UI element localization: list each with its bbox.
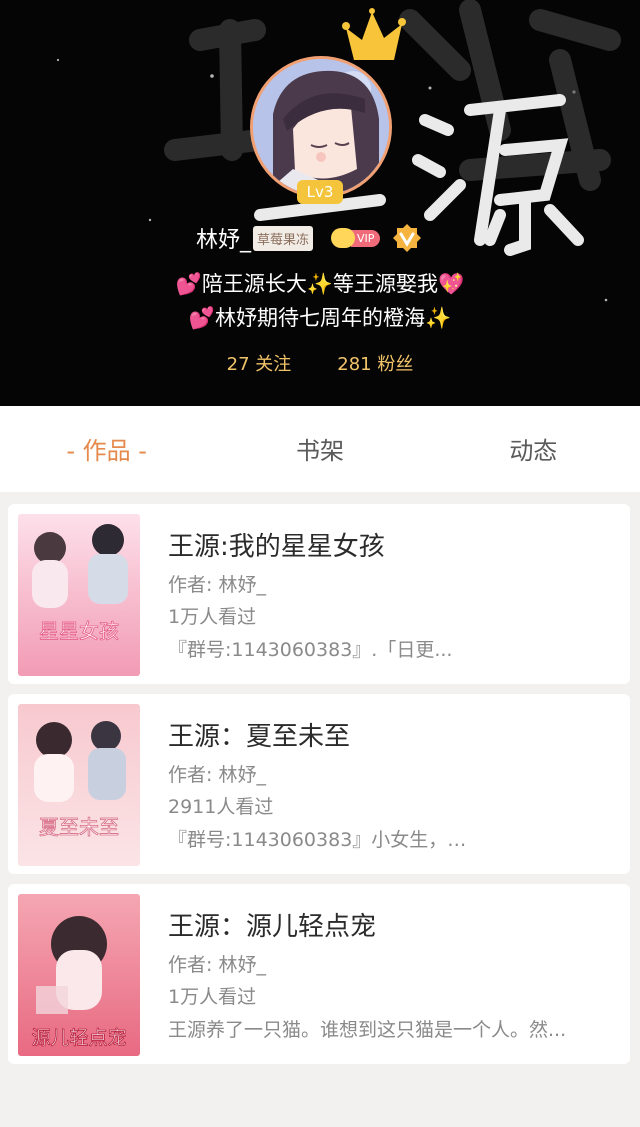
book-description: 王源养了一只猫。谁想到这只猫是一个人。然... [168,1019,567,1041]
vip-badge[interactable]: VIP [331,228,381,248]
following-count[interactable]: 27 关注 [227,350,292,376]
crown-icon [342,8,406,60]
book-description: 『群号:1143060383』小女生，懵... [168,829,468,851]
verified-badge-icon [393,224,422,252]
book-views: 1万人看过 [168,606,257,628]
book-title[interactable]: 王源：夏至未至 [168,716,350,753]
tab-works[interactable]: - 作品 - [0,406,213,492]
name-tag: 草莓果冻 [253,225,314,251]
book-title[interactable]: 王源:我的星星女孩 [168,526,385,563]
followers-count[interactable]: 281 粉丝 [337,350,413,376]
book-views: 1万人看过 [168,986,257,1008]
book-author: 作者: 林妤_ [168,764,266,786]
level-badge: Lv3 [297,180,343,204]
profile-name-row: 林妤_ 草莓果冻 VIP [196,222,422,254]
book-cover-title: 夏至未至 [39,815,119,839]
book-description: 『群号:1143060383』.「日更... [168,639,453,661]
book-card[interactable]: 源儿轻点宠 王源：源儿轻点宠 作者: 林妤_ 1万人看过 王源养了一只猫。谁想到… [8,884,630,1064]
vip-crown-icon [331,228,356,248]
vip-label: VIP [351,229,381,247]
book-card[interactable]: 夏至未至 王源：夏至未至 作者: 林妤_ 2911人看过 『群号:1143060… [8,694,630,874]
book-views: 2911人看过 [168,796,274,818]
book-title[interactable]: 王源：源儿轻点宠 [168,906,376,943]
username: 林妤_ [196,228,252,253]
avatar-container[interactable]: Lv3 [250,8,406,204]
bio-line-2: 💕林妤期待七周年的橙海✨ [188,306,452,330]
profile-banner: Lv3 林妤_ 草莓果冻 VIP 💕陪王源长大✨等王源娶我💖 💕林妤期待七周年的… [0,0,640,406]
book-cover[interactable]: 星星女孩 [18,514,140,676]
avatar-illustration [253,59,389,195]
tab-activity[interactable]: 动态 [427,406,640,492]
book-cover[interactable]: 夏至未至 [18,704,140,866]
book-cover-image: 夏至未至 [18,704,140,866]
bio-line-1: 💕陪王源长大✨等王源娶我💖 [175,272,465,296]
profile-tabs: - 作品 - 书架 动态 [0,406,640,492]
book-cover[interactable]: 源儿轻点宠 [18,894,140,1056]
book-author: 作者: 林妤_ [168,954,266,976]
book-cover-image: 源儿轻点宠 [18,894,140,1056]
book-cover-title: 源儿轻点宠 [31,1027,126,1049]
book-card[interactable]: 星星女孩 王源:我的星星女孩 作者: 林妤_ 1万人看过 『群号:1143060… [8,504,630,684]
book-cover-image: 星星女孩 [18,514,140,676]
avatar[interactable] [250,56,392,198]
tab-bookshelf[interactable]: 书架 [213,406,426,492]
profile-stats: 27 关注 281 粉丝 [0,350,640,376]
book-cover-title: 星星女孩 [39,619,119,643]
book-author: 作者: 林妤_ [168,574,266,596]
